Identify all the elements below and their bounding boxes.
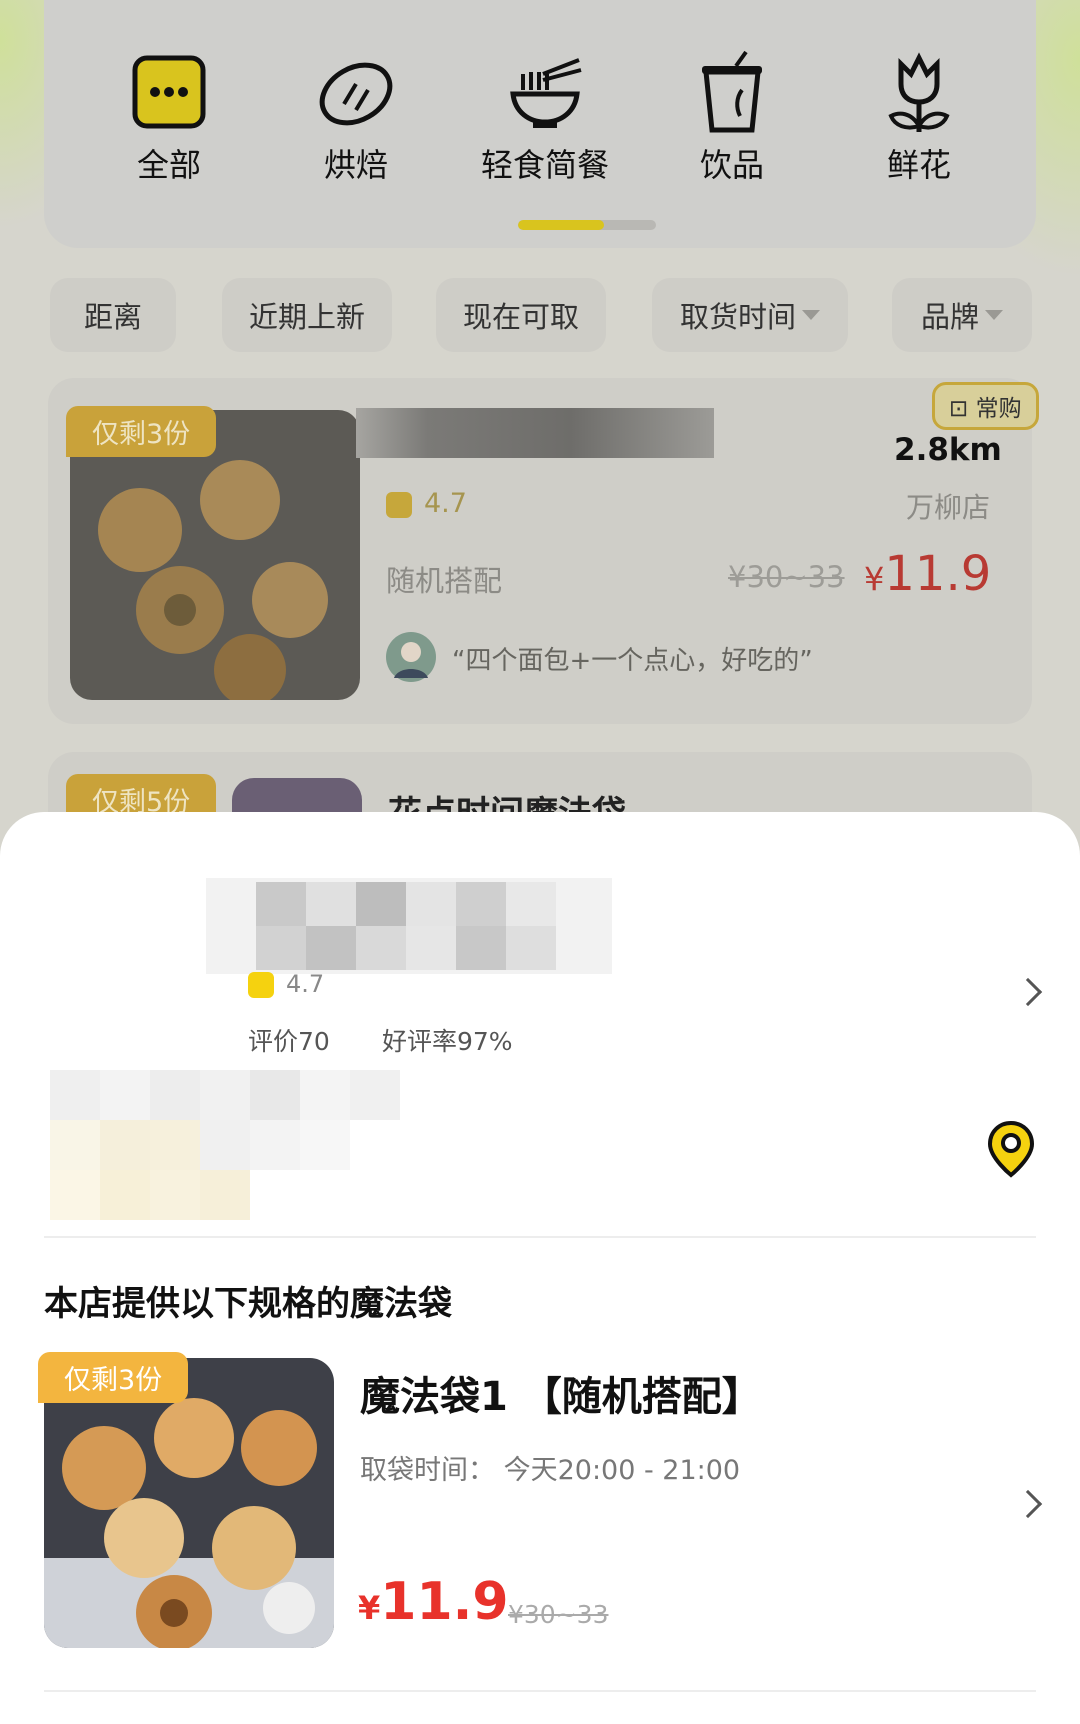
noodle-bowl-icon — [510, 58, 582, 128]
filter-label: 品牌 — [920, 300, 979, 334]
distance: 2.8km — [894, 432, 1002, 468]
bag-original-price: ¥30~33 — [508, 1600, 609, 1629]
review-quote: “四个面包+一个点心，好吃的” — [452, 646, 813, 676]
section-title: 本店提供以下规格的魔法袋 — [44, 1284, 452, 1324]
filter-label: 近期上新 — [248, 300, 365, 334]
original-price: ¥30~33 — [728, 560, 845, 594]
review-count[interactable]: 评价70 — [248, 1022, 330, 1058]
category-label: 鲜花 — [886, 146, 951, 184]
category-label: 烘焙 — [323, 146, 388, 184]
badge-label: 常购 — [975, 396, 1022, 422]
category-flowers[interactable]: 鲜花 — [844, 50, 994, 186]
user-avatar — [386, 632, 436, 682]
price-value: 11.9 — [380, 1572, 509, 1632]
category-all[interactable]: 全部 — [94, 50, 244, 186]
currency-symbol: ¥ — [358, 1589, 381, 1627]
chevron-right-icon[interactable] — [1013, 977, 1043, 1007]
frequent-purchase-badge: ⊡ 常购 — [932, 382, 1039, 430]
more-dots-icon — [132, 55, 206, 129]
filter-label: 现在可取 — [462, 300, 579, 334]
divider — [44, 1236, 1036, 1238]
category-label: 饮品 — [699, 146, 764, 184]
bag-type: 随机搭配 — [386, 564, 503, 598]
caret-down-icon — [985, 310, 1003, 320]
category-bakery[interactable]: 烘焙 — [281, 50, 431, 186]
divider — [44, 1690, 1036, 1692]
location-pin-icon[interactable] — [986, 1120, 1036, 1178]
bag-title[interactable]: 魔法袋1 【随机搭配】 — [360, 1364, 762, 1422]
drink-cup-icon — [702, 50, 762, 133]
filter-brand[interactable]: 品牌 — [892, 278, 1032, 352]
category-card: 全部 烘焙 轻食简餐 饮品 鲜花 — [44, 0, 1036, 248]
filter-new-arrivals[interactable]: 近期上新 — [222, 278, 392, 352]
store-rating: 4.7 — [286, 970, 325, 998]
category-light-meal[interactable]: 轻食简餐 — [470, 50, 620, 186]
bag-icon: ⊡ — [949, 396, 969, 422]
caret-down-icon — [802, 310, 820, 320]
store-address-redacted — [0, 1070, 420, 1220]
positive-rate: 好评率97% — [382, 1027, 513, 1056]
branch-name: 万柳店 — [906, 491, 991, 524]
rating: 4.7 — [424, 488, 467, 519]
current-price: ¥11.9 — [864, 546, 992, 602]
filter-label: 距离 — [83, 300, 142, 334]
store-name-redacted — [356, 408, 714, 458]
category-scroll-indicator — [518, 220, 656, 230]
rating-star-icon — [386, 492, 412, 518]
bread-icon — [319, 62, 393, 126]
filter-pickup-time[interactable]: 取货时间 — [652, 278, 848, 352]
category-label: 全部 — [136, 146, 201, 184]
filter-distance[interactable]: 距离 — [50, 278, 176, 352]
category-label: 轻食简餐 — [480, 146, 609, 184]
tulip-icon — [888, 52, 950, 132]
rating-star-icon — [248, 972, 274, 998]
stock-tag: 仅剩3份 — [66, 406, 217, 457]
filter-available-now[interactable]: 现在可取 — [436, 278, 606, 352]
store-name-redacted — [206, 878, 612, 974]
pickup-time: 取袋时间： 今天20:00 - 21:00 — [360, 1455, 741, 1486]
category-drinks[interactable]: 饮品 — [657, 50, 807, 186]
stock-tag: 仅剩3份 — [38, 1352, 189, 1403]
filter-label: 取货时间 — [679, 300, 796, 334]
bag-price: ¥11.9 — [358, 1572, 509, 1632]
